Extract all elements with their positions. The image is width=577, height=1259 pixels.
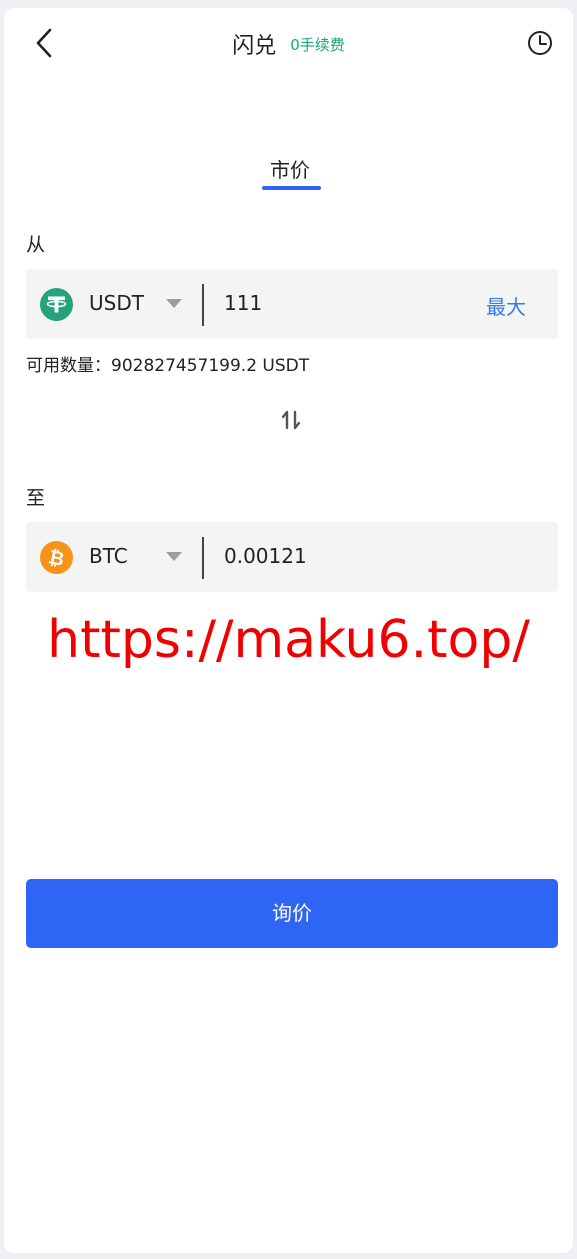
chevron-down-icon bbox=[166, 299, 182, 308]
to-label: 至 bbox=[26, 487, 46, 509]
tab-active-indicator bbox=[262, 186, 321, 190]
max-button[interactable]: 最大 bbox=[486, 291, 526, 320]
from-label: 从 bbox=[26, 234, 46, 256]
to-coin-name: BTC bbox=[89, 544, 128, 568]
to-field: ₿ BTC 0.00121 bbox=[26, 522, 558, 592]
page-title: 闪兑 bbox=[232, 34, 277, 59]
from-field: USDT 111 最大 bbox=[26, 269, 558, 339]
tether-icon bbox=[40, 288, 73, 321]
fee-badge: 0手续费 bbox=[290, 35, 345, 54]
quote-button[interactable]: 询价 bbox=[26, 879, 558, 948]
header: 闪兑 0手续费 bbox=[0, 28, 577, 60]
available-balance: 可用数量：902827457199.2 USDT bbox=[26, 356, 310, 376]
field-divider bbox=[202, 537, 204, 579]
to-amount-value: 0.00121 bbox=[224, 544, 307, 568]
from-coin-name: USDT bbox=[89, 291, 144, 315]
from-amount-value: 111 bbox=[224, 291, 263, 315]
field-divider bbox=[202, 284, 204, 326]
chevron-down-icon bbox=[166, 552, 182, 561]
watermark-url: https://maku6.top/ bbox=[47, 610, 530, 670]
bitcoin-icon: ₿ bbox=[40, 541, 73, 574]
clock-icon[interactable] bbox=[526, 29, 554, 57]
swap-vertical-icon[interactable] bbox=[280, 408, 302, 432]
tab-market[interactable]: 市价 bbox=[240, 154, 340, 183]
